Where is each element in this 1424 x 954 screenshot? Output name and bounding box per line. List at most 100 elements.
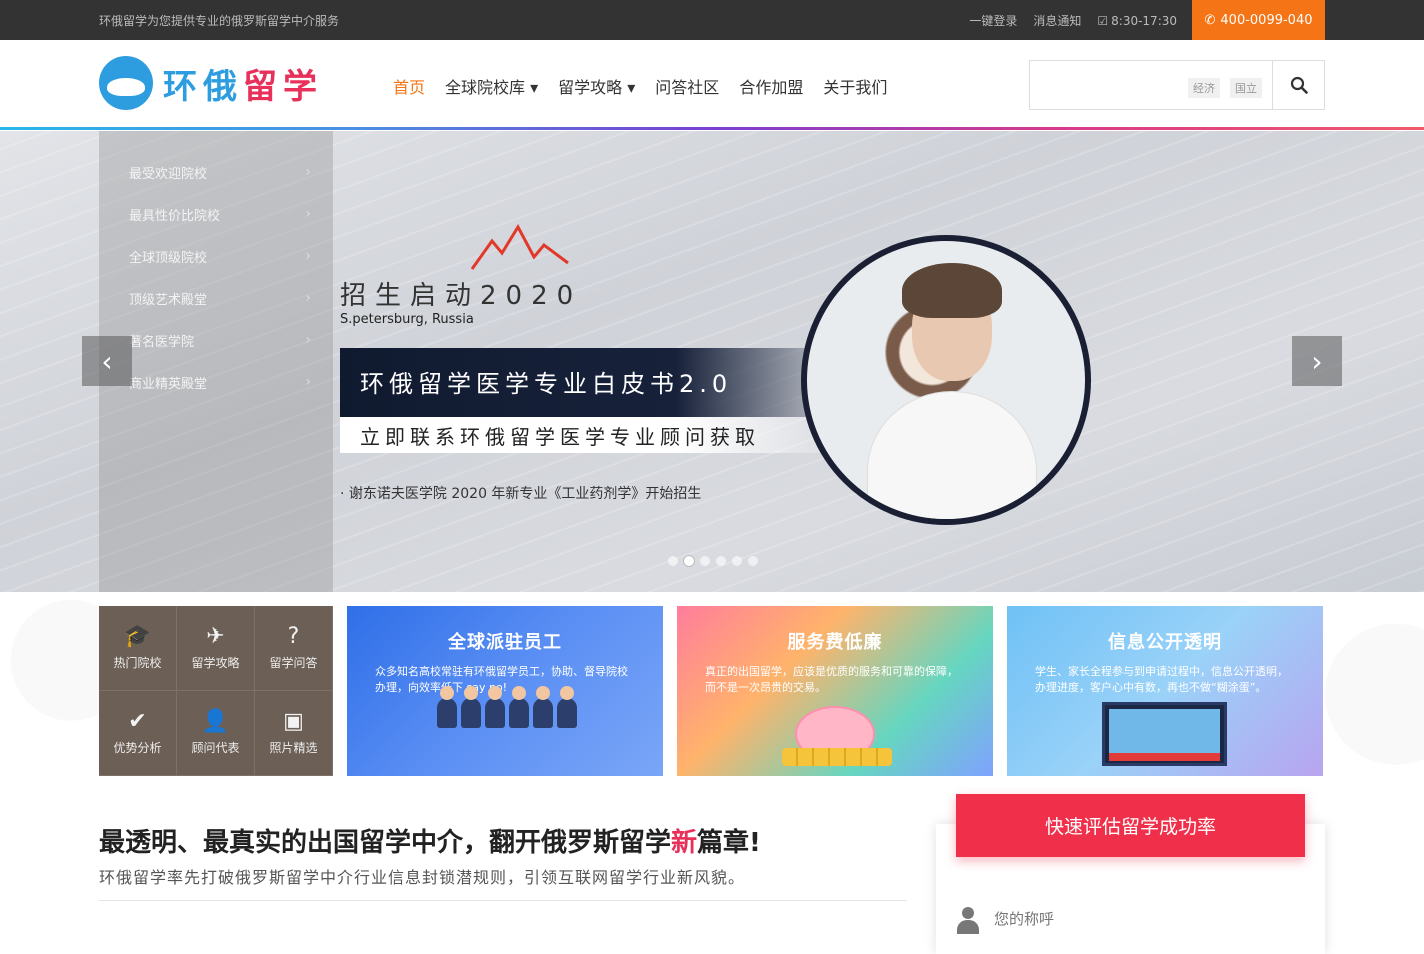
chevron-right-icon: › <box>1311 344 1323 378</box>
top-links: 一键登录 消息通知 ☑ 8:30-17:30 <box>969 12 1177 29</box>
top-slogan: 环俄留学为您提供专业的俄罗斯留学中介服务 <box>99 14 340 28</box>
calendar-icon: ☑ <box>1097 13 1109 28</box>
tv-illustration <box>1102 702 1227 766</box>
chevron-right-icon: › <box>305 206 311 222</box>
main-nav: 首页 全球院校库 ▾ 留学攻略 ▾ 问答社区 合作加盟 关于我们 <box>393 74 887 98</box>
divider <box>99 900 907 901</box>
evaluate-button[interactable]: 快速评估留学成功率 <box>956 794 1305 857</box>
intro-headline: 最透明、最真实的出国留学中介，翻开俄罗斯留学新篇章! <box>99 828 761 858</box>
banner-contact[interactable]: 立即联系环俄留学医学专业顾问获取 <box>340 417 820 453</box>
quick-link[interactable]: 🎓 热门院校 <box>99 606 177 691</box>
chevron-down-icon: ▾ <box>627 78 636 97</box>
quick-link[interactable]: ? 留学问答 <box>255 606 333 691</box>
logo-mark-icon <box>99 56 153 110</box>
banner-dot[interactable] <box>700 556 710 566</box>
chevron-right-icon: › <box>305 332 311 348</box>
people-illustration <box>437 686 577 728</box>
quick-link-label: 留学攻略 <box>191 655 240 670</box>
banner-dot[interactable] <box>732 556 742 566</box>
mountain-logo-icon <box>470 223 569 270</box>
plane-icon: ✈ <box>206 623 225 649</box>
hero-banner: 招生启动2020 S.petersburg, Russia 环俄留学医学专业白皮… <box>0 131 1424 592</box>
promo-card-transparency[interactable]: 信息公开透明 学生、家长全程参与到申请过程中，信息公开透明，办理进度，客户心中有… <box>1007 606 1323 776</box>
nav-about[interactable]: 关于我们 <box>823 74 887 98</box>
hours: ☑ 8:30-17:30 <box>1097 12 1177 29</box>
search-button[interactable] <box>1272 61 1324 109</box>
name-input[interactable] <box>994 910 1188 928</box>
graduation-cap-icon: 🎓 <box>123 623 152 649</box>
site-logo[interactable]: 环俄留学 <box>99 56 323 110</box>
promo-title: 服务费低廉 <box>787 632 883 653</box>
quick-link-label: 照片精选 <box>269 740 318 755</box>
nav-home[interactable]: 首页 <box>393 74 425 98</box>
city-label: S.petersburg, Russia <box>340 312 474 327</box>
chevron-right-icon: › <box>305 374 311 390</box>
phone-icon: ✆ <box>1204 12 1216 28</box>
top-bar: 环俄留学为您提供专业的俄罗斯留学中介服务 一键登录 消息通知 ☑ 8:30-17… <box>0 0 1424 40</box>
category-item[interactable]: 全球顶级院校 › <box>99 235 333 277</box>
search-box: 经济 国立 <box>1029 60 1325 110</box>
promo-card-fees[interactable]: 服务费低廉 真正的出国留学，应该是优质的服务和可靠的保障，而不是一次昂贵的交易。 <box>677 606 993 776</box>
notice-link[interactable]: 消息通知 <box>1033 12 1081 29</box>
promo-text: 真正的出国留学，应该是优质的服务和可靠的保障，而不是一次昂贵的交易。 <box>705 665 958 694</box>
quick-link[interactable]: ▣ 照片精选 <box>255 691 333 776</box>
nav-qa[interactable]: 问答社区 <box>655 74 719 98</box>
user-icon <box>956 904 980 934</box>
banner-headline: 环俄留学医学专业白皮书2.0 <box>340 348 820 417</box>
hours-text: 8:30-17:30 <box>1111 13 1177 28</box>
portrait-image <box>801 235 1091 525</box>
recruit-title: 招生启动2020 <box>340 281 583 311</box>
banner-dot[interactable] <box>716 556 726 566</box>
banner-next-button[interactable]: › <box>1292 336 1342 386</box>
quick-link-label: 热门院校 <box>113 655 162 670</box>
promo-text: 众多知名高校常驻有环俄留学员工，协助、督导院校办理，向效率低下 say no! <box>375 665 628 694</box>
quick-link-label: 顾问代表 <box>191 740 240 755</box>
photos-icon: ▣ <box>283 708 304 734</box>
coins-illustration <box>782 748 892 766</box>
chevron-right-icon: › <box>305 164 311 180</box>
category-item[interactable]: 最受欢迎院校 › <box>99 151 333 193</box>
nav-franchise[interactable]: 合作加盟 <box>739 74 803 98</box>
quick-link-label: 留学问答 <box>269 655 318 670</box>
quick-link[interactable]: 👤 顾问代表 <box>177 691 255 776</box>
header-gradient-line <box>0 127 1424 130</box>
quick-link-label: 优势分析 <box>113 740 162 755</box>
login-link[interactable]: 一键登录 <box>969 12 1017 29</box>
chevron-right-icon: › <box>305 248 311 264</box>
search-tag[interactable]: 经济 <box>1188 78 1220 98</box>
quick-link[interactable]: ✔ 优势分析 <box>99 691 177 776</box>
banner-dot[interactable] <box>748 556 758 566</box>
chevron-right-icon: › <box>305 290 311 306</box>
search-input[interactable]: 经济 国立 <box>1030 61 1272 109</box>
search-tag[interactable]: 国立 <box>1230 78 1262 98</box>
name-field <box>956 904 1286 934</box>
banner-dot[interactable] <box>684 556 694 566</box>
logo-text: 环俄留学 <box>163 66 323 107</box>
promo-text: 学生、家长全程参与到申请过程中，信息公开透明，办理进度，客户心中有数，再也不做“… <box>1035 665 1288 694</box>
search-tags: 经济 国立 <box>1188 78 1262 98</box>
site-header: 环俄留学 首页 全球院校库 ▾ 留学攻略 ▾ 问答社区 合作加盟 关于我们 经济… <box>0 40 1424 130</box>
promo-title: 信息公开透明 <box>1108 632 1222 653</box>
search-icon <box>1290 76 1308 94</box>
quick-link[interactable]: ✈ 留学攻略 <box>177 606 255 691</box>
banner-prev-button[interactable]: ‹ <box>82 336 132 386</box>
category-item[interactable]: 著名医学院 › <box>99 319 333 361</box>
nav-schools[interactable]: 全球院校库 ▾ <box>445 74 538 98</box>
category-item[interactable]: 顶级艺术殿堂 › <box>99 277 333 319</box>
promo-card-staff[interactable]: 全球派驻员工 众多知名高校常驻有环俄留学员工，协助、督导院校办理，向效率低下 s… <box>347 606 663 776</box>
chevron-left-icon: ‹ <box>101 344 113 378</box>
quick-links-grid: 🎓 热门院校 ✈ 留学攻略? 留学问答 ✔ 优势分析 👤 顾问代表 ▣ 照片精选 <box>99 606 333 776</box>
intro-subline: 环俄留学率先打破俄罗斯留学中介行业信息封锁潜规则，引领互联网留学行业新风貌。 <box>99 868 746 887</box>
banner-dot[interactable] <box>668 556 678 566</box>
clipboard-check-icon: ✔ <box>128 708 147 734</box>
promo-title: 全球派驻员工 <box>448 632 562 653</box>
category-item[interactable]: 商业精英殿堂 › <box>99 361 333 403</box>
category-menu: 最受欢迎院校 › 最具性价比院校 › 全球顶级院校 › 顶级艺术殿堂 › 著名医学院 › … <box>99 131 333 592</box>
question-circle-icon: ? <box>287 623 300 649</box>
banner-note: · 谢东诺夫医学院 2020 年新专业《工业药剂学》开始招生 <box>340 486 702 502</box>
user-icon: 👤 <box>201 708 230 734</box>
category-item[interactable]: 最具性价比院校 › <box>99 193 333 235</box>
phone-button[interactable]: ✆ 400-0099-040 <box>1192 0 1325 40</box>
banner-dots <box>668 556 758 566</box>
nav-guides[interactable]: 留学攻略 ▾ <box>558 74 635 98</box>
